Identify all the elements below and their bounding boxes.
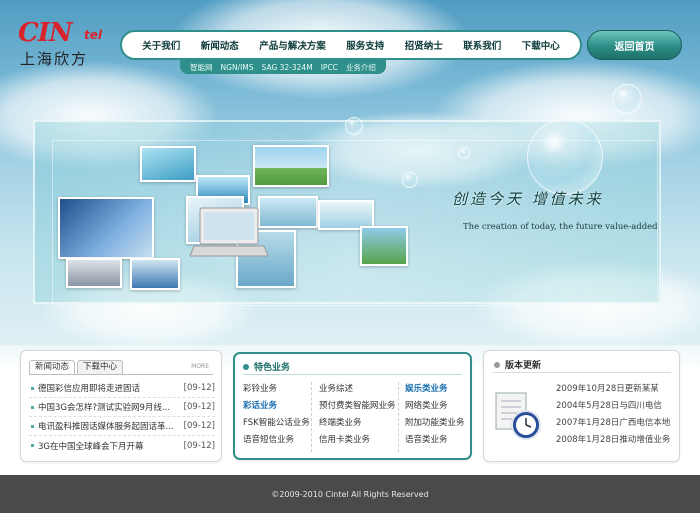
hero-photo xyxy=(253,145,329,187)
bubble-decoration xyxy=(345,117,363,135)
list-item[interactable]: 2008年1月28日推动增值业务 xyxy=(556,432,670,449)
hero-slogan-english: The creation of today, the future value-… xyxy=(463,222,658,232)
logo-brand: CIN xyxy=(18,18,73,48)
news-date: [09-12] xyxy=(183,402,215,412)
panel-title: 特色业务 xyxy=(243,360,290,373)
feature-link[interactable]: 语音类业务 xyxy=(405,432,465,449)
nav-item-contact[interactable]: 联系我们 xyxy=(463,38,501,52)
version-list: 2009年10月28日更新某某 2004年5月28日与四川电信 2007年1月2… xyxy=(556,381,670,449)
nav-item-careers[interactable]: 招贤纳士 xyxy=(405,38,443,52)
bubble-decoration xyxy=(612,84,642,114)
subnav-item[interactable]: NGN/IMS xyxy=(221,63,254,72)
list-item[interactable]: 2004年5月28日与四川电信 xyxy=(556,398,670,415)
list-item[interactable]: 2007年1月28日广西电信本地 xyxy=(556,415,670,432)
news-title[interactable]: 中国3G会怎样?测试实验网9月线... xyxy=(38,401,180,413)
home-button[interactable]: 返回首页 xyxy=(587,30,682,60)
news-title[interactable]: 德国彩信应用即将走进固话 xyxy=(38,382,180,394)
news-tabs: 新闻动态 下载中心 xyxy=(29,360,125,374)
panel-title: 版本更新 xyxy=(494,358,541,371)
more-link[interactable]: MORE xyxy=(191,363,209,370)
news-list: 德国彩信应用即将走进固话 [09-12] 中国3G会怎样?测试实验网9月线...[… xyxy=(29,379,215,455)
hero-photo xyxy=(66,258,122,288)
feature-link[interactable]: 网络类业务 xyxy=(405,398,465,415)
feature-column-2: 业务综述 预付费类智能网业务 终端类业务 信用卡类业务 xyxy=(319,381,396,449)
feature-link[interactable]: 预付费类智能网业务 xyxy=(319,398,396,415)
news-panel: 新闻动态 下载中心 MORE 德国彩信应用即将走进固话 [09-12] 中国3G会… xyxy=(20,350,222,462)
feature-services-panel: 特色业务 彩铃业务 彩话业务 FSK智能公话业务 语音短信业务 业务综述 预付费… xyxy=(233,352,472,460)
nav-item-download[interactable]: 下载中心 xyxy=(522,38,560,52)
tab-news[interactable]: 新闻动态 xyxy=(29,360,76,374)
subnav-item[interactable]: 智能网 xyxy=(190,62,213,73)
logo-brand-suffix: tel xyxy=(84,28,102,42)
main-nav: 关于我们 新闻动态 产品与解决方案 服务支持 招贤纳士 联系我们 下载中心 xyxy=(120,30,582,60)
feature-title: 特色业务 xyxy=(254,363,291,373)
nav-item-support[interactable]: 服务支持 xyxy=(346,38,384,52)
divider xyxy=(398,382,399,452)
logo-chinese: 上海欣方 xyxy=(20,50,89,68)
copyright-text: ©2009-2010 Cintel All Rights Reserved xyxy=(271,489,429,499)
footer: ©2009-2010 Cintel All Rights Reserved xyxy=(0,475,700,513)
nav-item-about[interactable]: 关于我们 xyxy=(142,38,180,52)
bullet-icon xyxy=(31,424,34,428)
list-item[interactable]: 德国彩信应用即将走进固话 [09-12] xyxy=(29,379,215,398)
hero-photo xyxy=(360,226,408,266)
feature-link[interactable]: 娱乐类业务 xyxy=(405,381,465,398)
feature-link[interactable]: 语音短信业务 xyxy=(243,432,310,449)
news-date: [09-12] xyxy=(183,383,215,393)
subnav-item[interactable]: 业务介绍 xyxy=(346,62,376,73)
subnav-item[interactable]: SAG 32-324M xyxy=(262,63,313,72)
list-item[interactable]: 电讯盈科推固话媒体服务起固话革... [09-12] xyxy=(29,417,215,436)
feature-link[interactable]: 信用卡类业务 xyxy=(319,432,396,449)
bullet-icon xyxy=(243,363,249,370)
feature-link[interactable]: 终端类业务 xyxy=(319,415,396,432)
news-date: [09-12] xyxy=(183,440,215,451)
divider xyxy=(311,382,312,452)
news-title[interactable]: 3G在中国全球峰会下月开幕 xyxy=(38,440,180,452)
subnav-item[interactable]: IPCC xyxy=(321,63,338,72)
feature-link[interactable]: 彩话业务 xyxy=(243,398,310,415)
bullet-icon xyxy=(31,405,34,409)
list-item[interactable]: 2009年10月28日更新某某 xyxy=(556,381,670,398)
bubble-decoration xyxy=(527,119,603,195)
feature-link[interactable]: 附加功能类业务 xyxy=(405,415,465,432)
bullet-icon xyxy=(31,444,34,447)
nav-item-news[interactable]: 新闻动态 xyxy=(201,38,239,52)
list-item[interactable]: 3G在中国全球峰会下月开幕 [09-12] xyxy=(29,436,215,455)
feature-link[interactable]: 业务综述 xyxy=(319,381,396,398)
tab-download[interactable]: 下载中心 xyxy=(77,360,124,374)
divider xyxy=(243,374,462,375)
hero-photo xyxy=(58,197,154,259)
hero-slogan: 创造今天 增值未来 xyxy=(452,190,604,208)
list-item[interactable]: 中国3G会怎样?测试实验网9月线... [09-12] xyxy=(29,398,215,417)
bullet-icon xyxy=(494,361,500,368)
feature-column-1: 彩铃业务 彩话业务 FSK智能公话业务 语音短信业务 xyxy=(243,381,310,449)
logo[interactable]: CIN tel 上海欣方 xyxy=(14,18,114,68)
laptop-icon xyxy=(190,207,268,257)
version-title: 版本更新 xyxy=(505,361,542,371)
feature-link[interactable]: FSK智能公话业务 xyxy=(243,415,310,432)
divider xyxy=(492,372,671,373)
version-update-panel: 版本更新 2009年10月28日更新某某 2004年5月28日与四川电信 200… xyxy=(483,350,680,462)
bubble-decoration xyxy=(458,147,470,159)
hero-photo xyxy=(130,258,180,290)
feature-link[interactable]: 彩铃业务 xyxy=(243,381,310,398)
sub-nav: 智能网 NGN/IMS SAG 32-324M IPCC 业务介绍 xyxy=(180,60,386,74)
calendar-clock-icon xyxy=(495,392,541,440)
feature-column-3: 娱乐类业务 网络类业务 附加功能类业务 语音类业务 xyxy=(405,381,465,449)
hero-photo xyxy=(140,146,196,182)
news-date: [09-12] xyxy=(183,421,215,431)
bullet-icon xyxy=(31,386,34,390)
nav-item-products[interactable]: 产品与解决方案 xyxy=(259,38,326,52)
news-title[interactable]: 电讯盈科推固话媒体服务起固话革... xyxy=(38,420,180,432)
bubble-decoration xyxy=(402,172,418,188)
divider xyxy=(29,374,213,375)
